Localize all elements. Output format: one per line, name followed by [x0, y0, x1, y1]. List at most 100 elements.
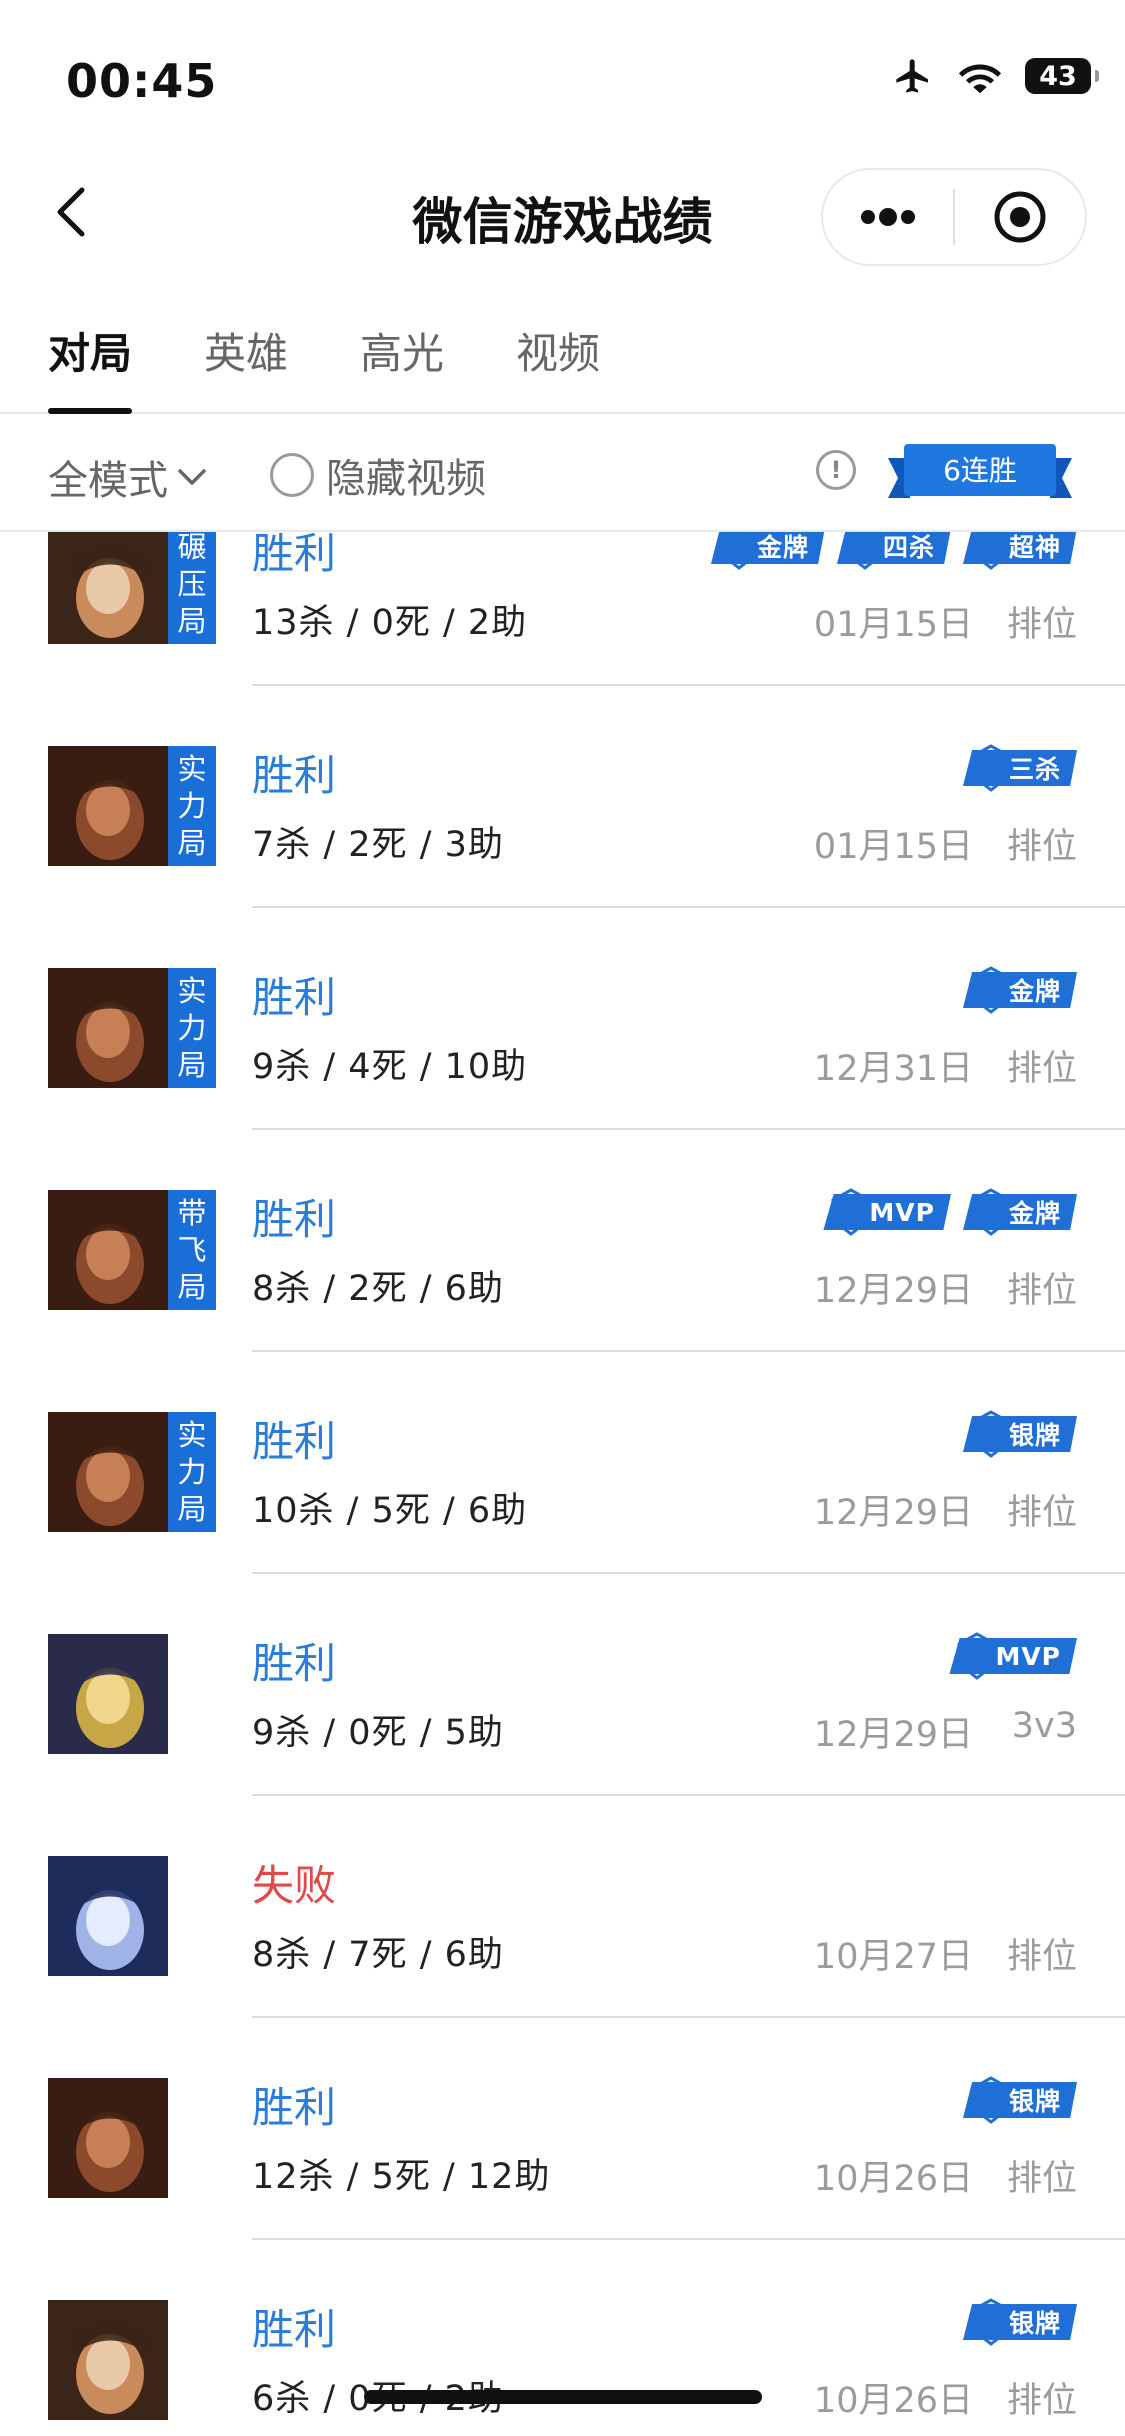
miniapp-capsule	[821, 168, 1087, 266]
hide-video-toggle[interactable]: 隐藏视频	[270, 446, 486, 504]
row-divider	[252, 1794, 1125, 1796]
match-row[interactable]: 失败 8杀 / 7死 / 6助 10月27日 排位	[0, 1856, 1125, 2078]
match-row[interactable]: 实力局 胜利 金牌 9杀 / 4死 / 10助 12月31日 排位	[0, 966, 1125, 1190]
nav-bar: 微信游戏战绩	[0, 160, 1125, 270]
match-kda: 13杀 / 0死 / 2助	[252, 603, 528, 643]
filter-bar: 全模式 隐藏视频 ! 6连胜	[0, 414, 1125, 532]
match-row[interactable]: 胜利 MVP 9杀 / 0死 / 5助 12月29日 3v3	[0, 1632, 1125, 1856]
match-tag: 碾压局	[168, 532, 216, 644]
match-row[interactable]: 实力局 胜利 三杀 7杀 / 2死 / 3助 01月15日 排位	[0, 744, 1125, 968]
badge-group: 银牌	[962, 2076, 1077, 2124]
match-kda: 7杀 / 2死 / 3助	[252, 825, 504, 865]
status-time: 00:45	[66, 54, 218, 108]
match-result: 胜利	[252, 2083, 337, 2132]
battery-icon: 43	[1025, 58, 1099, 94]
match-tag-char: 带	[177, 1195, 207, 1230]
match-row[interactable]: 碾压局 胜利 金牌 四杀 超神 13杀 / 0死 / 2助 01月15日 排位	[0, 532, 1125, 746]
hero-avatar	[48, 1412, 168, 1532]
wifi-icon	[958, 64, 1002, 94]
hero-avatar	[48, 532, 168, 644]
match-kda: 12杀 / 5死 / 12助	[252, 2157, 551, 2197]
airplane-icon	[896, 59, 928, 93]
match-date: 01月15日	[813, 605, 973, 645]
badge-label: 超神	[1008, 533, 1061, 562]
achievement-badge: 银牌	[962, 1410, 1077, 1458]
status-bar: 00:45 43	[0, 0, 1125, 160]
match-date: 12月29日	[813, 1715, 973, 1755]
match-result: 胜利	[252, 1639, 337, 1688]
match-date: 12月29日	[813, 1271, 973, 1311]
match-mode: 排位	[1006, 2381, 1077, 2421]
match-tag-char: 局	[177, 1269, 207, 1304]
info-icon[interactable]: !	[816, 450, 856, 490]
achievement-badge: 银牌	[962, 2076, 1077, 2124]
match-mode: 排位	[1006, 1937, 1077, 1977]
row-divider	[252, 1350, 1125, 1352]
achievement-badge: 金牌	[962, 966, 1077, 1014]
chevron-down-icon	[178, 469, 206, 485]
match-tag: 带飞局	[168, 1190, 216, 1310]
match-mode: 排位	[1006, 2159, 1077, 2199]
match-row[interactable]: 实力局 胜利 银牌 10杀 / 5死 / 6助 12月29日 排位	[0, 1410, 1125, 1634]
achievement-badge: MVP	[949, 1632, 1077, 1680]
badge-label: 三杀	[1008, 755, 1061, 784]
match-row[interactable]: 带飞局 胜利 MVP 金牌 8杀 / 2死 / 6助 12月29日 排位	[0, 1188, 1125, 1412]
match-tag-char: 力	[177, 1010, 207, 1045]
more-button[interactable]	[823, 170, 953, 264]
match-tag-char: 局	[177, 1491, 207, 1526]
match-result: 胜利	[252, 1195, 337, 1244]
home-indicator	[364, 2390, 762, 2404]
badge-group: 三杀	[962, 744, 1077, 792]
tab-highlights[interactable]: 高光	[360, 320, 444, 381]
badge-group: MVP	[949, 1632, 1077, 1680]
achievement-badge: 金牌	[710, 532, 825, 570]
match-row[interactable]: 胜利 银牌 6杀 / 0死 / 2助 10月26日 排位	[0, 2298, 1125, 2436]
match-tag-char: 飞	[177, 1232, 207, 1267]
achievement-badge: 三杀	[962, 744, 1077, 792]
tab-videos[interactable]: 视频	[516, 320, 600, 381]
match-date: 10月26日	[813, 2381, 973, 2421]
match-tag: 实力局	[168, 1412, 216, 1532]
hero-avatar	[48, 1190, 168, 1310]
match-mode: 3v3	[1011, 1706, 1077, 1746]
achievement-badge: 银牌	[962, 2298, 1077, 2346]
streak-label: 6连胜	[943, 454, 1017, 487]
match-tag: 实力局	[168, 968, 216, 1088]
match-tag-char: 实	[177, 1417, 207, 1452]
match-tag-char: 局	[177, 825, 207, 860]
hero-avatar	[48, 968, 168, 1088]
badge-label: 银牌	[1008, 2309, 1061, 2338]
streak-badge: 6连胜	[888, 444, 1072, 498]
badge-label: 金牌	[756, 533, 809, 562]
tab-matches[interactable]: 对局	[48, 320, 132, 381]
match-tag-char: 力	[177, 1454, 207, 1489]
hide-video-label: 隐藏视频	[326, 456, 486, 502]
hero-avatar	[48, 1856, 168, 1976]
match-result: 胜利	[252, 1417, 337, 1466]
match-date: 10月27日	[813, 1937, 973, 1977]
mode-dropdown[interactable]: 全模式	[48, 448, 210, 506]
row-divider	[252, 906, 1125, 908]
badge-group: MVP 金牌	[823, 1188, 1077, 1236]
match-tag-char: 实	[177, 973, 207, 1008]
match-row[interactable]: 胜利 银牌 12杀 / 5死 / 12助 10月26日 排位	[0, 2076, 1125, 2300]
match-date: 01月15日	[813, 827, 973, 867]
hero-avatar	[48, 1634, 168, 1754]
badge-group: 金牌	[962, 966, 1077, 1014]
match-date: 12月31日	[813, 1049, 973, 1089]
close-miniapp-button[interactable]	[955, 170, 1085, 264]
match-mode: 排位	[1006, 827, 1077, 867]
target-icon	[994, 191, 1046, 243]
tab-heroes[interactable]: 英雄	[204, 320, 288, 381]
match-kda: 9杀 / 4死 / 10助	[252, 1047, 528, 1087]
match-mode: 排位	[1006, 1049, 1077, 1089]
badge-group: 银牌	[962, 2298, 1077, 2346]
match-mode: 排位	[1006, 1271, 1077, 1311]
match-tag-char: 局	[177, 1047, 207, 1082]
badge-label: 银牌	[1008, 1421, 1061, 1450]
achievement-badge: 超神	[962, 532, 1077, 570]
tab-bar: 对局 英雄 高光 视频	[0, 300, 1125, 414]
row-divider	[252, 684, 1125, 686]
hero-avatar	[48, 2300, 168, 2420]
match-result: 失败	[252, 1861, 337, 1910]
